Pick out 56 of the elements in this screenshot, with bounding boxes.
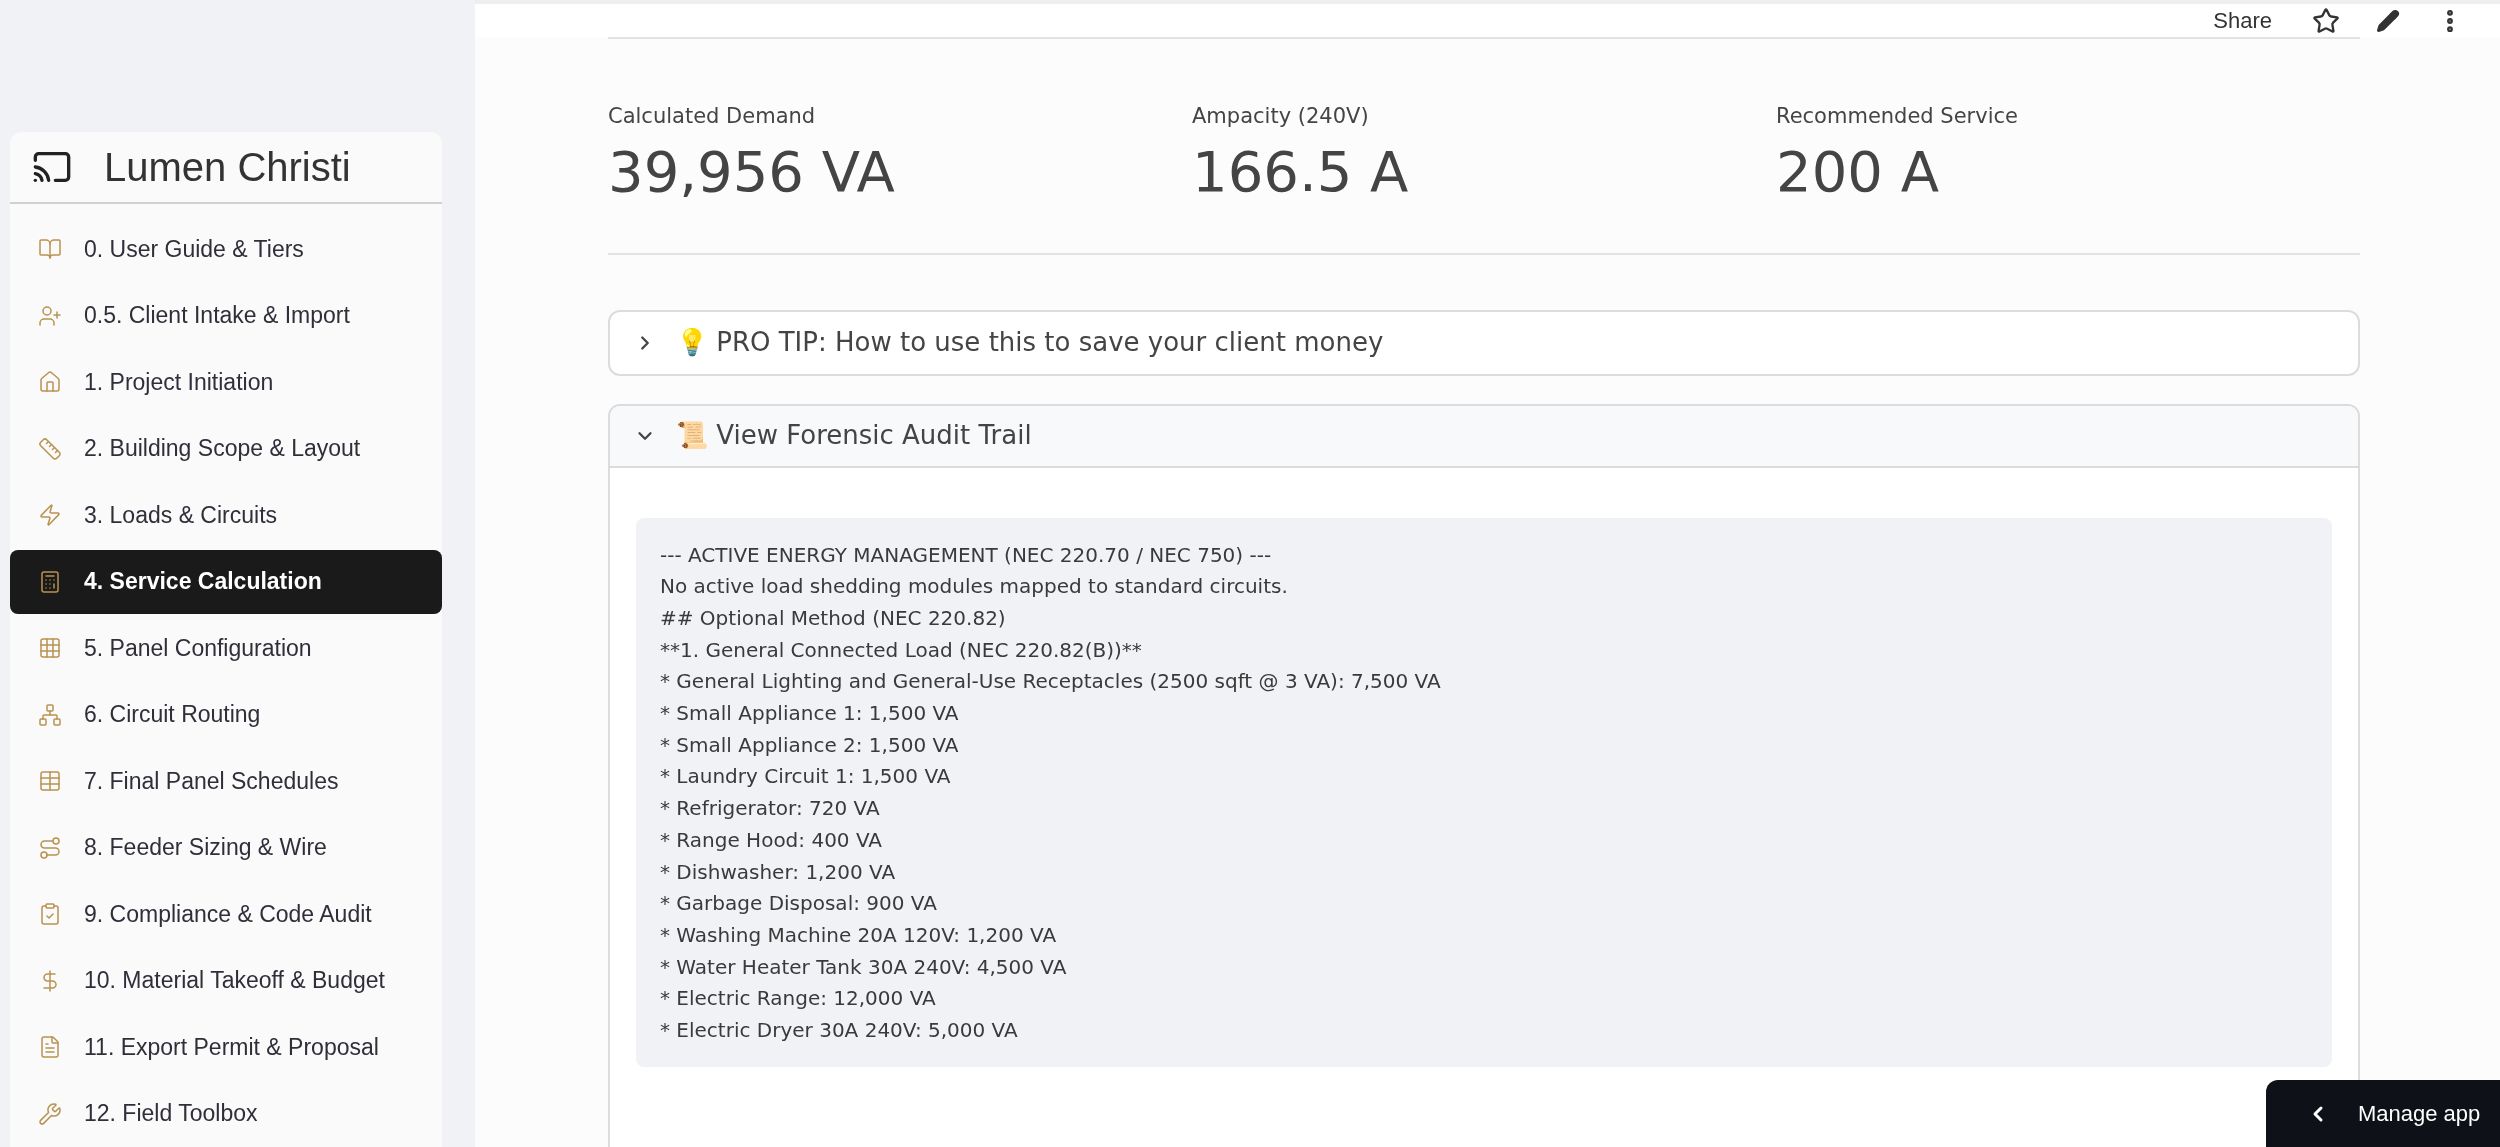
manage-app-button[interactable]: Manage app (2266, 1080, 2500, 1147)
audit-line: * Small Appliance 1: 1,500 VA (660, 700, 959, 727)
calculator-icon (38, 569, 62, 594)
metric-value: 166.5 A (1192, 137, 1410, 206)
user-plus-icon (38, 303, 62, 328)
grid-icon (38, 636, 62, 660)
document-icon (38, 1035, 62, 1059)
nav-item[interactable]: 2. Building Scope & Layout (10, 416, 442, 481)
nav-item[interactable]: 5. Panel Configuration (10, 616, 442, 680)
audit-line: * Dishwasher: 1,200 VA (660, 858, 896, 886)
clipboard-check-icon (38, 902, 62, 926)
audit-line: **1. General Connected Load (NEC 220.82(B))** (660, 636, 1142, 664)
metric-label: Recommended Service (1776, 103, 2019, 130)
metric-label: Calculated Demand (608, 103, 817, 130)
ruler-icon (38, 436, 62, 461)
audit-line: * Small Appliance 2: 1,500 VA (660, 731, 959, 759)
audit-line: * General Lighting and General-Use Receptacles (2500 sqft @ 3 VA): 7,500 VA (660, 668, 1441, 696)
nav-item[interactable]: 0.5. Client Intake & Import (10, 283, 442, 348)
audit-line: * Refrigerator: 720 VA (660, 795, 880, 823)
audit-line: * Garbage Disposal: 900 VA (660, 890, 937, 918)
nav-item[interactable]: 3. Loads & Circuits (10, 483, 442, 547)
audit-line: * Range Hood: 400 VA (660, 826, 883, 854)
audit-line: * Electric Dryer 30A 240V: 5,000 VA (660, 1017, 1018, 1045)
metric-value: 200 A (1776, 137, 1940, 206)
audit-line: * Laundry Circuit 1: 1,500 VA (660, 763, 951, 791)
nav-item[interactable]: 7. Final Panel Schedules (10, 749, 442, 813)
metric-label: Ampacity (240V) (1192, 103, 1370, 130)
lightning-icon (38, 503, 62, 527)
expander-header[interactable]: 📜 View Forensic Audit Trail (610, 405, 2358, 468)
nav-item[interactable]: 12. Field Toolbox (10, 1081, 442, 1146)
audit-line: * Washing Machine 20A 120V: 1,200 VA (660, 921, 1057, 949)
network-icon (38, 702, 62, 727)
nav-item[interactable]: 6. Circuit Routing (10, 682, 442, 747)
route-icon (38, 835, 62, 860)
audit-line: * Electric Range: 12,000 VA (660, 985, 936, 1013)
share-button[interactable]: Share (2213, 4, 2272, 37)
book-icon (38, 237, 62, 261)
nav-item[interactable]: 1. Project Initiation (10, 350, 442, 414)
app-title: Lumen Christi (104, 144, 351, 191)
star-icon[interactable] (2312, 6, 2340, 35)
metric-value: 39,956 VA (608, 137, 896, 206)
nav-item[interactable]: 8. Feeder Sizing & Wire (10, 815, 442, 880)
audit-line: * Water Heater Tank 30A 240V: 4,500 VA (660, 953, 1067, 981)
wrench-icon (38, 1101, 62, 1126)
expander-header[interactable]: 💡 PRO TIP: How to use this to save your client money (610, 311, 2358, 374)
nav-item[interactable]: 11. Export Permit & Proposal (10, 1015, 442, 1079)
nav-item[interactable]: 9. Compliance & Code Audit (10, 882, 442, 946)
nav-item[interactable]: 4. Service Calculation (10, 549, 442, 614)
audit-line: ## Optional Method (NEC 220.82) (660, 604, 1006, 632)
audit-line: --- ACTIVE ENERGY MANAGEMENT (NEC 220.70 / NEC 750) --- (660, 541, 1272, 569)
nav-item[interactable]: 10. Material Takeoff & Budget (10, 948, 442, 1013)
audit-line: No active load shedding modules mapped to standard circuits. (660, 573, 1288, 601)
house-icon (38, 370, 62, 394)
nav-item[interactable]: 0. User Guide & Tiers (10, 217, 442, 281)
table-icon (38, 769, 62, 793)
edit-icon[interactable] (2376, 8, 2400, 33)
